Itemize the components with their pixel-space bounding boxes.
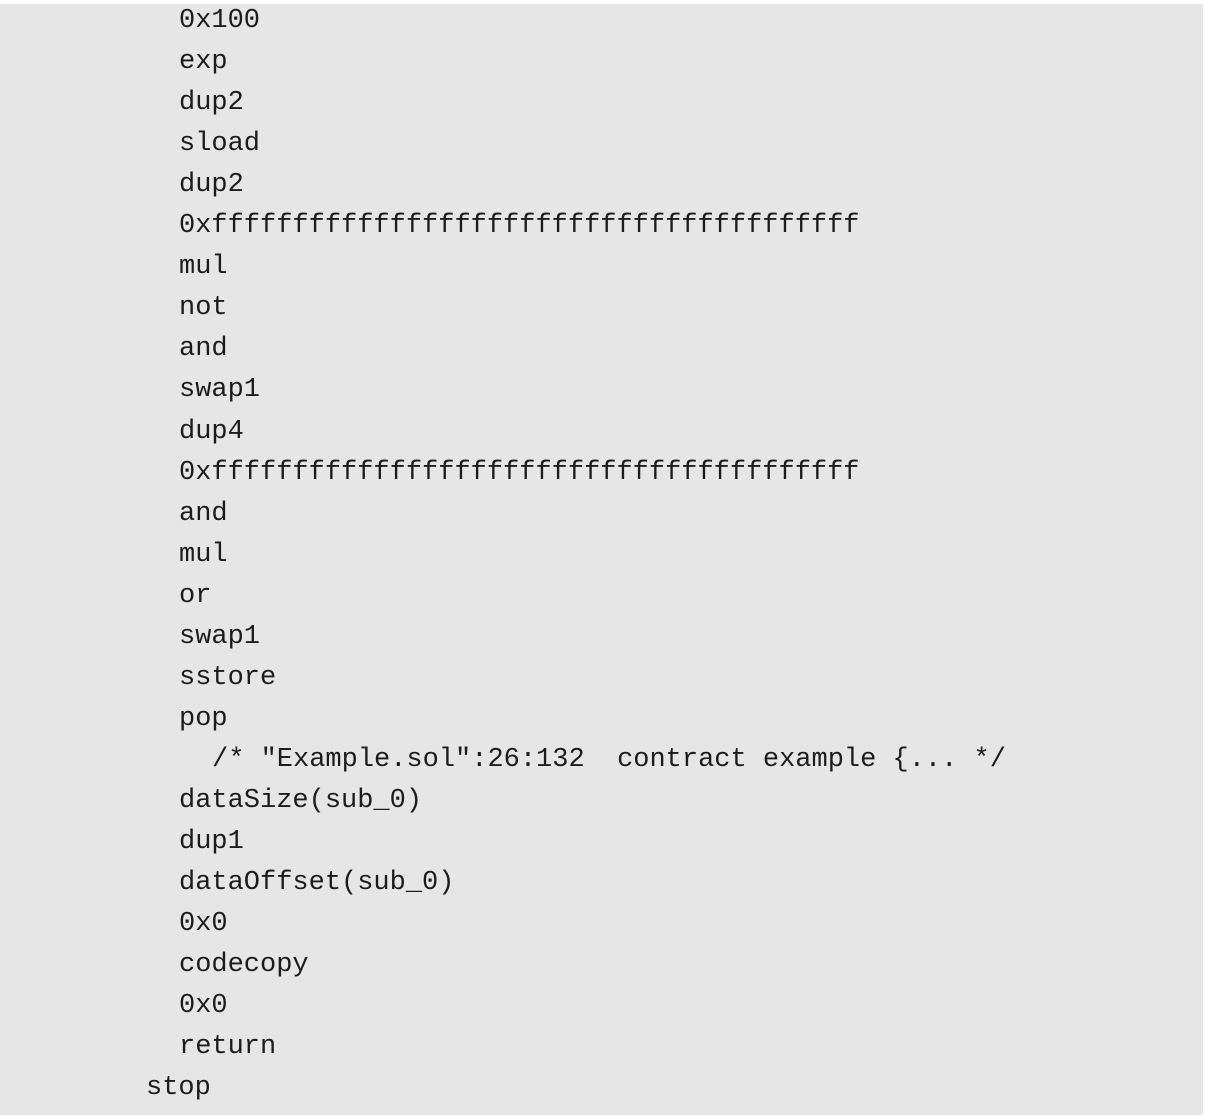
code-line: not (179, 293, 228, 324)
code-line: 0x100 (179, 6, 261, 36)
code-line: dataOffset(sub_0) (179, 868, 455, 898)
code-line: 0xffffffffffffffffffffffffffffffffffffff… (179, 457, 860, 488)
code-line: exp (179, 47, 228, 77)
code-line: mul (179, 252, 228, 283)
code-line: and (179, 334, 228, 365)
code-line: codecopy (179, 950, 309, 981)
code-line: swap1 (179, 621, 261, 652)
code-line: /* "Example.sol":26:132 contract example… (212, 744, 1006, 775)
code-line: dup4 (179, 416, 244, 447)
code-line: dup2 (179, 88, 244, 119)
code-line: sload (179, 129, 261, 160)
code-line: sstore (179, 662, 277, 693)
code-line: 0x0 (179, 909, 228, 940)
code-line: stop (146, 1073, 211, 1104)
page: 0x100 exp dup2 sload dup2 0xfffffffffffffffff… (0, 0, 1207, 1119)
code-line: pop (179, 703, 228, 734)
code-line: dataSize(sub_0) (179, 785, 423, 816)
code-line: or (179, 580, 212, 611)
code-line: return (179, 1032, 277, 1063)
code-line: swap1 (179, 375, 261, 406)
code-line: dup1 (179, 827, 244, 857)
code-line: 0xffffffffffffffffffffffffffffffffffffff… (179, 211, 860, 242)
code-block: 0x100 exp dup2 sload dup2 0xfffffffffffffffff… (0, 4, 1203, 1115)
code-line: dup2 (179, 170, 244, 201)
code-line: and (179, 498, 228, 529)
code-line: 0x0 (179, 991, 228, 1022)
code-line: mul (179, 539, 228, 570)
